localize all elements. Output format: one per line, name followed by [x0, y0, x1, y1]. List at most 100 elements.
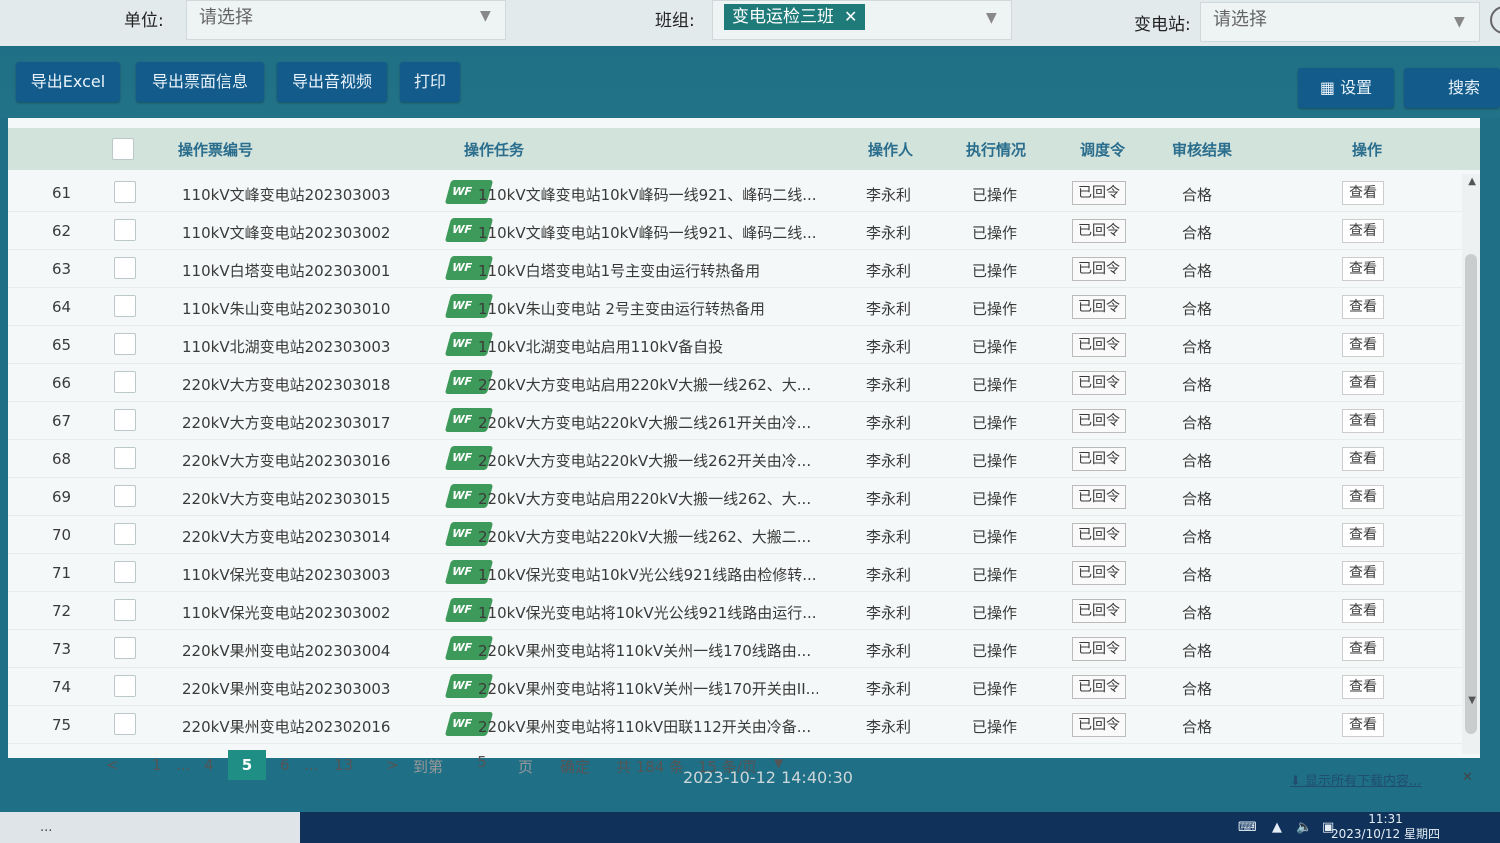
- table-row[interactable]: 73 220kV果州变电站202303004 WF 220kV果州变电站将110kV关…: [8, 630, 1480, 668]
- row-checkbox[interactable]: [114, 599, 136, 621]
- dispatch-status-badge: 已回令: [1072, 713, 1126, 737]
- table-row[interactable]: 65 110kV北湖变电站202303003 WF 110kV北湖变电站启用110kV…: [8, 326, 1480, 364]
- table-row[interactable]: 62 110kV文峰变电站202303002 WF 110kV文峰变电站10kV峰码一…: [8, 212, 1480, 250]
- table-row[interactable]: 67 220kV大方变电站202303017 WF 220kV大方变电站220kV大搬…: [8, 402, 1480, 440]
- settings-button[interactable]: ▦ 设置: [1298, 68, 1394, 108]
- view-button[interactable]: 查看: [1342, 409, 1384, 433]
- scroll-up-icon[interactable]: ▲: [1468, 176, 1476, 187]
- row-checkbox[interactable]: [114, 219, 136, 241]
- header-task[interactable]: 操作任务: [464, 139, 524, 160]
- table-row[interactable]: 61 110kV文峰变电站202303003 WF 110kV文峰变电站10kV峰码一…: [8, 174, 1480, 212]
- view-button[interactable]: 查看: [1342, 371, 1384, 395]
- vertical-scrollbar[interactable]: ▲ ▼: [1462, 174, 1480, 754]
- row-checkbox[interactable]: [114, 257, 136, 279]
- tray-arrow-icon[interactable]: ▲: [1272, 820, 1282, 835]
- row-index: 68: [52, 450, 72, 468]
- select-all-checkbox[interactable]: [112, 138, 134, 160]
- page-1-link[interactable]: 1: [152, 756, 162, 774]
- page-4-link[interactable]: 4: [204, 756, 214, 774]
- table-row[interactable]: 64 110kV朱山变电站202303010 WF 110kV朱山变电站 2号主变由运…: [8, 288, 1480, 326]
- table-row[interactable]: 68 220kV大方变电站202303016 WF 220kV大方变电站220kV大搬…: [8, 440, 1480, 478]
- goto-page-input[interactable]: 5: [460, 748, 504, 776]
- confirm-button[interactable]: 确定: [560, 756, 590, 777]
- table-row[interactable]: 66 220kV大方变电站202303018 WF 220kV大方变电站启用220kV…: [8, 364, 1480, 402]
- row-checkbox[interactable]: [114, 485, 136, 507]
- table-row[interactable]: 63 110kV白塔变电站202303001 WF 110kV白塔变电站1号主变由运行…: [8, 250, 1480, 288]
- table-row[interactable]: 74 220kV果州变电站202303003 WF 220kV果州变电站将110kV关…: [8, 668, 1480, 706]
- volume-icon[interactable]: 🔈: [1296, 820, 1312, 835]
- page-last-link[interactable]: 13: [334, 756, 353, 774]
- tag-close-icon[interactable]: ✕: [844, 4, 857, 30]
- row-checkbox[interactable]: [114, 561, 136, 583]
- view-button[interactable]: 查看: [1342, 713, 1384, 737]
- export-av-button[interactable]: 导出音视频: [277, 62, 387, 102]
- row-checkbox[interactable]: [114, 333, 136, 355]
- table-row[interactable]: 70 220kV大方变电站202303014 WF 220kV大方变电站220kV大搬…: [8, 516, 1480, 554]
- dispatch-status-badge: 已回令: [1072, 409, 1126, 433]
- show-all-downloads-link[interactable]: 显示所有下载内容...: [1305, 774, 1421, 789]
- header-review[interactable]: 审核结果: [1172, 139, 1232, 160]
- view-button[interactable]: 查看: [1342, 523, 1384, 547]
- table-row[interactable]: 72 110kV保光变电站202303002 WF 110kV保光变电站将10kV光公…: [8, 592, 1480, 630]
- execution-status: 已操作: [972, 224, 1018, 242]
- page-6-link[interactable]: 6: [280, 756, 290, 774]
- view-button[interactable]: 查看: [1342, 561, 1384, 585]
- photo-timestamp: 2023-10-12 14:40:30: [683, 768, 853, 787]
- table-row[interactable]: 69 220kV大方变电站202303015 WF 220kV大方变电站启用220kV…: [8, 478, 1480, 516]
- scrollbar-thumb[interactable]: [1465, 254, 1477, 734]
- row-checkbox[interactable]: [114, 713, 136, 735]
- team-chevron-down-icon[interactable]: ▼: [986, 10, 997, 26]
- view-button[interactable]: 查看: [1342, 637, 1384, 661]
- next-page-icon[interactable]: >: [386, 756, 399, 774]
- review-result: 合格: [1182, 528, 1213, 546]
- print-button[interactable]: 打印: [400, 62, 460, 102]
- prev-page-icon[interactable]: <: [106, 756, 119, 774]
- header-action[interactable]: 操作: [1352, 139, 1382, 160]
- keyboard-icon[interactable]: ⌨: [1238, 820, 1257, 835]
- header-operator[interactable]: 操作人: [868, 139, 913, 160]
- view-button[interactable]: 查看: [1342, 675, 1384, 699]
- view-button[interactable]: 查看: [1342, 257, 1384, 281]
- ticket-number: 220kV大方变电站202303014: [182, 528, 391, 546]
- dispatch-status-badge: 已回令: [1072, 599, 1126, 623]
- table-row[interactable]: 75 220kV果州变电站202302016 WF 220kV果州变电站将110kV田…: [8, 706, 1480, 744]
- search-button[interactable]: 搜索: [1404, 68, 1500, 108]
- view-button[interactable]: 查看: [1342, 599, 1384, 623]
- row-checkbox[interactable]: [114, 637, 136, 659]
- task-description: 220kV大方变电站220kV大搬一线262开关由冷...: [478, 452, 812, 470]
- unit-select[interactable]: 请选择: [186, 0, 506, 40]
- row-checkbox[interactable]: [114, 409, 136, 431]
- row-checkbox[interactable]: [114, 371, 136, 393]
- view-button[interactable]: 查看: [1342, 295, 1384, 319]
- ellipsis-left[interactable]: ...: [176, 756, 190, 774]
- view-button[interactable]: 查看: [1342, 333, 1384, 357]
- table-row[interactable]: 71 110kV保光变电站202303003 WF 110kV保光变电站10kV光公线…: [8, 554, 1480, 592]
- substation-chevron-down-icon[interactable]: ▼: [1454, 14, 1465, 30]
- scroll-down-icon[interactable]: ▼: [1468, 695, 1476, 706]
- current-page[interactable]: 5: [228, 750, 266, 780]
- header-ticket-no[interactable]: 操作票编号: [178, 139, 253, 160]
- row-checkbox[interactable]: [114, 447, 136, 469]
- export-ticket-button[interactable]: 导出票面信息: [136, 62, 264, 102]
- view-button[interactable]: 查看: [1342, 181, 1384, 205]
- goto-label: 到第: [413, 758, 444, 776]
- view-button[interactable]: 查看: [1342, 447, 1384, 471]
- export-excel-button[interactable]: 导出Excel: [16, 62, 120, 102]
- row-checkbox[interactable]: [114, 523, 136, 545]
- row-checkbox[interactable]: [114, 675, 136, 697]
- view-button[interactable]: 查看: [1342, 485, 1384, 509]
- dispatch-status-badge: 已回令: [1072, 523, 1126, 547]
- ellipsis-right[interactable]: ...: [304, 756, 318, 774]
- download-close-icon[interactable]: ✕: [1462, 770, 1473, 785]
- row-checkbox[interactable]: [114, 181, 136, 203]
- circle-icon[interactable]: [1490, 6, 1500, 34]
- row-checkbox[interactable]: [114, 295, 136, 317]
- unit-chevron-down-icon[interactable]: ▼: [480, 8, 491, 24]
- taskbar-doc-tab[interactable]: ...: [0, 812, 300, 843]
- tray-clock[interactable]: 11:31 2023/10/12 星期四: [1331, 812, 1440, 842]
- header-execution[interactable]: 执行情况: [966, 139, 1026, 160]
- substation-select[interactable]: 请选择: [1200, 2, 1480, 42]
- view-button[interactable]: 查看: [1342, 219, 1384, 243]
- task-description: 110kV北湖变电站启用110kV备自投: [478, 338, 724, 356]
- header-dispatch[interactable]: 调度令: [1080, 139, 1125, 160]
